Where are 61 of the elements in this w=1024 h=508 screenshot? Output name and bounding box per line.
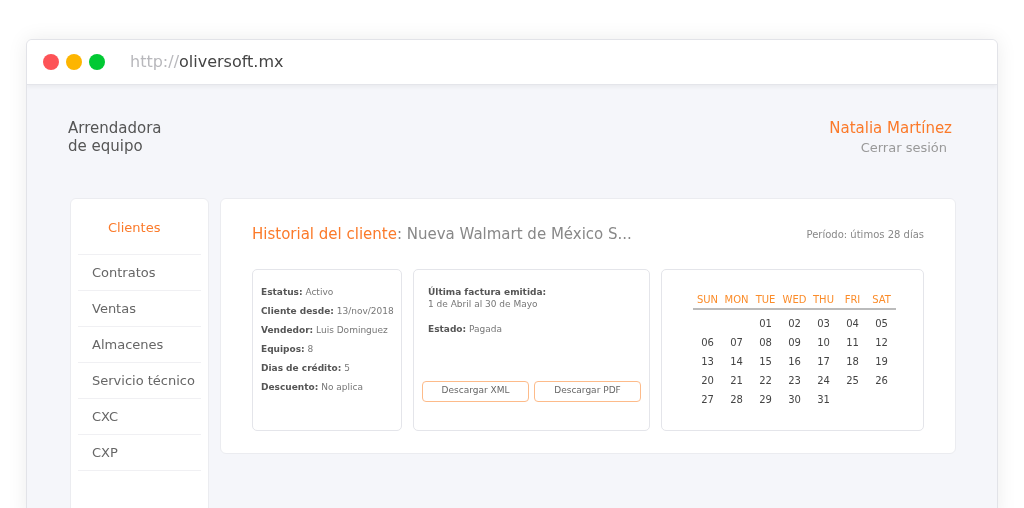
calendar-day[interactable]: 20 (693, 370, 722, 390)
calendar-day[interactable]: 28 (722, 389, 751, 409)
invoice-status: Estado: Pagada (428, 322, 503, 335)
calendar-day[interactable]: 18 (838, 351, 867, 371)
sidebar-item[interactable]: CXP (78, 435, 201, 471)
company-name: Arrendadora (68, 119, 162, 137)
weekday-label: TUE (754, 292, 777, 307)
calendar-day[interactable]: 23 (780, 370, 809, 390)
calendar-day[interactable]: 06 (693, 332, 722, 352)
weekday-label: THU (812, 292, 835, 307)
calendar-day[interactable]: 01 (751, 313, 780, 333)
calendar-day[interactable]: 19 (867, 351, 896, 371)
calendar-day[interactable]: 04 (838, 313, 867, 333)
calendar-day[interactable]: 13 (693, 351, 722, 371)
calendar-day[interactable]: 17 (809, 351, 838, 371)
user-name: Natalia Martínez (829, 119, 952, 138)
weekday-label: WED (781, 292, 808, 307)
sidebar-item[interactable]: Servicio técnico (78, 363, 201, 399)
sidebar-item[interactable]: Ventas (78, 291, 201, 327)
company-name-line: de equipo (68, 137, 144, 155)
panel-title: Historial del cliente: Nueva Walmart de México S... (252, 224, 632, 245)
detail-text: Vendedor: Luis Dominguez (261, 323, 389, 337)
calendar-day[interactable]: 16 (780, 351, 809, 371)
sidebar-item[interactable]: Contratos (78, 255, 201, 291)
invoice-label: Última factura emitida: (428, 285, 548, 298)
detail-text: Dias de crédito: 5 (261, 361, 351, 375)
calendar-day[interactable]: 25 (838, 370, 867, 390)
calendar-day[interactable]: 03 (809, 313, 838, 333)
weekday-label: MON (723, 292, 750, 307)
weekday-label: SUN (695, 292, 720, 307)
weekday-label: SAT (871, 292, 892, 307)
calendar-day[interactable]: 31 (809, 389, 838, 409)
calendar-day[interactable]: 09 (780, 332, 809, 352)
calendar-day[interactable]: 15 (751, 351, 780, 371)
calendar-day[interactable]: 05 (867, 313, 896, 333)
period-label: Período: útimos 28 días (806, 227, 924, 242)
detail-text: Estatus: Activo (261, 285, 335, 299)
calendar-day[interactable]: 02 (780, 313, 809, 333)
calendar-day[interactable]: 08 (751, 332, 780, 352)
calendar-day[interactable]: 14 (722, 351, 751, 371)
detail-text: Descuento: No aplica (261, 380, 364, 394)
detail-text: Cliente desde: 13/nov/2018 (261, 304, 393, 318)
sidebar-item[interactable]: CXC (78, 399, 201, 435)
sidebar-item[interactable]: Almacenes (78, 327, 201, 363)
download-button[interactable]: Descargar XML (422, 380, 529, 402)
calendar-day[interactable]: 29 (751, 389, 780, 409)
calendar-day[interactable]: 07 (722, 332, 751, 352)
calendar-day[interactable]: 30 (780, 389, 809, 409)
calendar-day[interactable]: 22 (751, 370, 780, 390)
calendar-day[interactable]: 24 (809, 370, 838, 390)
calendar-day[interactable]: 12 (867, 332, 896, 352)
address-url[interactable]: http://oliversoft.mx (130, 50, 284, 74)
calendar-day[interactable]: 10 (809, 332, 838, 352)
calendar-day[interactable]: 21 (722, 370, 751, 390)
calendar-day[interactable]: 27 (693, 389, 722, 409)
weekday-label: FRI (843, 292, 862, 307)
invoice-range: 1 de Abril al 30 de Mayo (428, 297, 539, 310)
download-button[interactable]: Descargar PDF (534, 380, 641, 402)
calendar-day[interactable]: 11 (838, 332, 867, 352)
detail-text: Equipos: 8 (261, 342, 315, 356)
calendar-day[interactable]: 26 (867, 370, 896, 390)
